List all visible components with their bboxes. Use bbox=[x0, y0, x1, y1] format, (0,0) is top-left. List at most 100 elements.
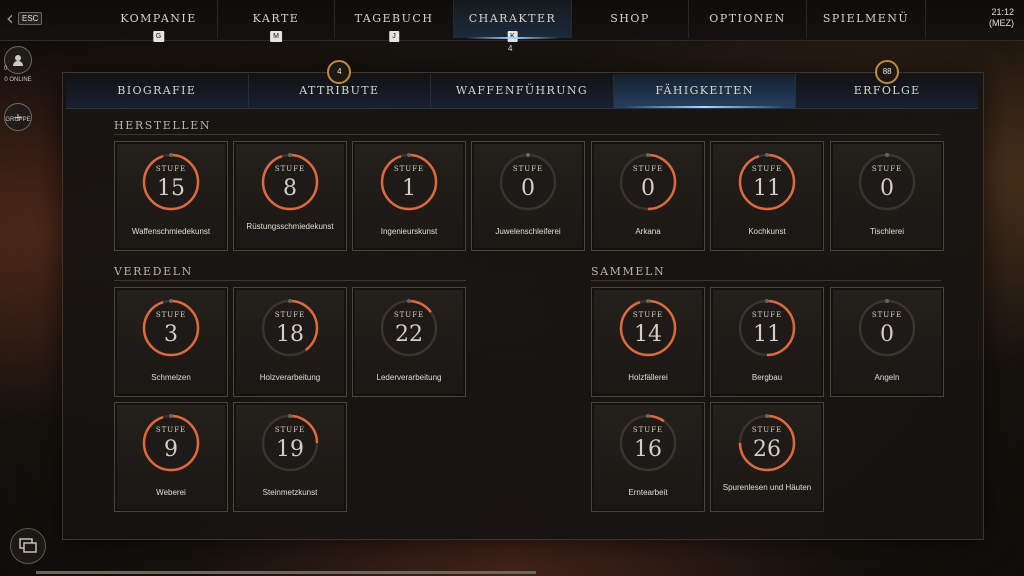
skill-name: Holzverarbeitung bbox=[259, 373, 321, 382]
skill-level: 1 bbox=[402, 176, 416, 201]
skill-card[interactable]: STUFE 11 Bergbau bbox=[710, 287, 824, 397]
tab-label: WAFFENFÜHRUNG bbox=[455, 84, 589, 97]
skill-level: 0 bbox=[880, 322, 894, 347]
skill-card[interactable]: STUFE 22 Lederverarbeitung bbox=[352, 287, 466, 397]
bottom-bar bbox=[36, 571, 536, 574]
ring-marker bbox=[885, 153, 889, 157]
tab-label: FÄHIGKEITEN bbox=[655, 84, 754, 97]
tab-biografie[interactable]: BIOGRAFIE bbox=[66, 74, 249, 108]
level-caption: STUFE bbox=[393, 311, 425, 319]
skill-card[interactable]: STUFE 0 Juwelenschleiferei bbox=[471, 141, 585, 251]
skill-card[interactable]: STUFE 3 Schmelzen bbox=[114, 287, 228, 397]
level-caption: STUFE bbox=[632, 311, 664, 319]
skill-name: Waffenschmiedekunst bbox=[131, 227, 211, 236]
section-title-veredeln: VEREDELN bbox=[114, 265, 193, 278]
skill-level: 16 bbox=[634, 437, 662, 462]
level-caption: STUFE bbox=[871, 165, 903, 173]
skill-name: Kochkunst bbox=[748, 227, 786, 236]
skill-name: Angeln bbox=[874, 373, 900, 382]
tab-label: ERFOLGE bbox=[853, 84, 921, 97]
tab-waffenfuehrung[interactable]: WAFFENFÜHRUNG bbox=[431, 74, 614, 108]
skill-card[interactable]: STUFE 16 Erntearbeit bbox=[591, 402, 705, 512]
top-nav-bar: ‹ ESC KOMPANIE G KARTE M TAGEBUCH J CHAR… bbox=[0, 0, 1024, 42]
character-tabs: BIOGRAFIE ATTRIBUTE 4 WAFFENFÜHRUNG FÄHI… bbox=[66, 60, 978, 109]
skill-name: Ingenieurskunst bbox=[380, 227, 438, 236]
skill-name: Steinmetzkunst bbox=[262, 488, 318, 497]
nav-spielmenue[interactable]: SPIELMENÜ bbox=[807, 0, 926, 38]
ring-marker bbox=[765, 414, 769, 418]
skill-level: 3 bbox=[164, 322, 178, 347]
ring-marker bbox=[885, 299, 889, 303]
skill-card[interactable]: STUFE 18 Holzverarbeitung bbox=[233, 287, 347, 397]
skill-level: 15 bbox=[157, 176, 185, 201]
skill-level: 0 bbox=[880, 176, 894, 201]
skill-level: 0 bbox=[521, 176, 535, 201]
ring-marker bbox=[407, 153, 411, 157]
skill-name: Erntearbeit bbox=[628, 488, 668, 497]
online-label: 0 ONLINE bbox=[4, 77, 32, 83]
nav-kompanie[interactable]: KOMPANIE G bbox=[100, 0, 218, 42]
tab-faehigkeiten[interactable]: FÄHIGKEITEN bbox=[613, 74, 797, 108]
tab-badge: 88 bbox=[875, 60, 900, 84]
skill-name: Rüstungsschmiedekunst bbox=[246, 222, 334, 231]
nav-tagebuch[interactable]: TAGEBUCH J bbox=[335, 0, 454, 42]
tab-erfolge[interactable]: ERFOLGE 88 bbox=[796, 60, 978, 108]
nav-karte[interactable]: KARTE M bbox=[218, 0, 335, 42]
tab-attribute[interactable]: ATTRIBUTE 4 bbox=[249, 60, 432, 108]
key-hint: G bbox=[152, 31, 165, 42]
skill-card[interactable]: STUFE 19 Steinmetzkunst bbox=[233, 402, 347, 512]
skill-level: 14 bbox=[634, 322, 662, 347]
level-caption: STUFE bbox=[512, 165, 544, 173]
level-caption: STUFE bbox=[632, 165, 664, 173]
friends-icon bbox=[13, 55, 23, 66]
nav-label: KARTE bbox=[252, 12, 300, 25]
online-count: 0 bbox=[4, 66, 8, 72]
skill-name: Schmelzen bbox=[151, 373, 191, 382]
ring-marker bbox=[169, 414, 173, 418]
clock-time: 21:12 bbox=[991, 7, 1014, 17]
ring-marker bbox=[288, 153, 292, 157]
skill-level: 19 bbox=[276, 437, 304, 462]
ring-marker bbox=[169, 299, 173, 303]
chevron-left-icon: ‹ bbox=[6, 6, 14, 30]
nav-optionen[interactable]: OPTIONEN bbox=[689, 0, 807, 38]
skill-card[interactable]: STUFE 8 Rüstungsschmiedekunst bbox=[233, 141, 347, 251]
ring-marker bbox=[765, 299, 769, 303]
ring-marker bbox=[288, 414, 292, 418]
skill-name: Lederverarbeitung bbox=[376, 373, 442, 382]
clock: 21:12 (MEZ) bbox=[989, 7, 1014, 29]
skill-level: 8 bbox=[283, 176, 297, 201]
key-hint: M bbox=[270, 31, 282, 42]
ring-marker bbox=[169, 153, 173, 157]
ring-marker bbox=[288, 299, 292, 303]
clock-zone: (MEZ) bbox=[989, 18, 1014, 28]
nav-label: SHOP bbox=[610, 12, 650, 25]
skill-card[interactable]: STUFE 14 Holzfällerei bbox=[591, 287, 705, 397]
ring-marker bbox=[646, 299, 650, 303]
level-caption: STUFE bbox=[274, 426, 306, 434]
skill-card[interactable]: STUFE 0 Tischlerei bbox=[830, 141, 944, 251]
skill-card[interactable]: STUFE 15 Waffenschmiedekunst bbox=[114, 141, 228, 251]
nav-charakter[interactable]: CHARAKTER K bbox=[454, 0, 572, 42]
ring-marker bbox=[646, 414, 650, 418]
nav-shop[interactable]: SHOP bbox=[572, 0, 689, 38]
ring-marker bbox=[526, 153, 530, 157]
skill-name: Arkana bbox=[635, 227, 661, 236]
skill-card[interactable]: STUFE 1 Ingenieurskunst bbox=[352, 141, 466, 251]
skill-card[interactable]: STUFE 0 Arkana bbox=[591, 141, 705, 251]
skill-level: 18 bbox=[276, 322, 304, 347]
skill-card[interactable]: STUFE 26 Spurenlesen und Häuten bbox=[710, 402, 824, 512]
skill-level: 11 bbox=[753, 176, 781, 201]
nav-charakter-subcount: 4 bbox=[508, 44, 513, 53]
skill-card[interactable]: STUFE 9 Weberei bbox=[114, 402, 228, 512]
level-caption: STUFE bbox=[751, 165, 783, 173]
skill-level: 0 bbox=[641, 176, 655, 201]
skill-card[interactable]: STUFE 11 Kochkunst bbox=[710, 141, 824, 251]
skill-card[interactable]: STUFE 0 Angeln bbox=[830, 287, 944, 397]
back-button[interactable]: ‹ ESC bbox=[6, 8, 50, 28]
skill-name: Tischlerei bbox=[870, 227, 904, 236]
chat-button[interactable] bbox=[10, 528, 46, 564]
skill-level: 11 bbox=[753, 322, 781, 347]
skill-name: Spurenlesen und Häuten bbox=[722, 483, 812, 492]
nav-label: SPIELMENÜ bbox=[822, 12, 910, 25]
